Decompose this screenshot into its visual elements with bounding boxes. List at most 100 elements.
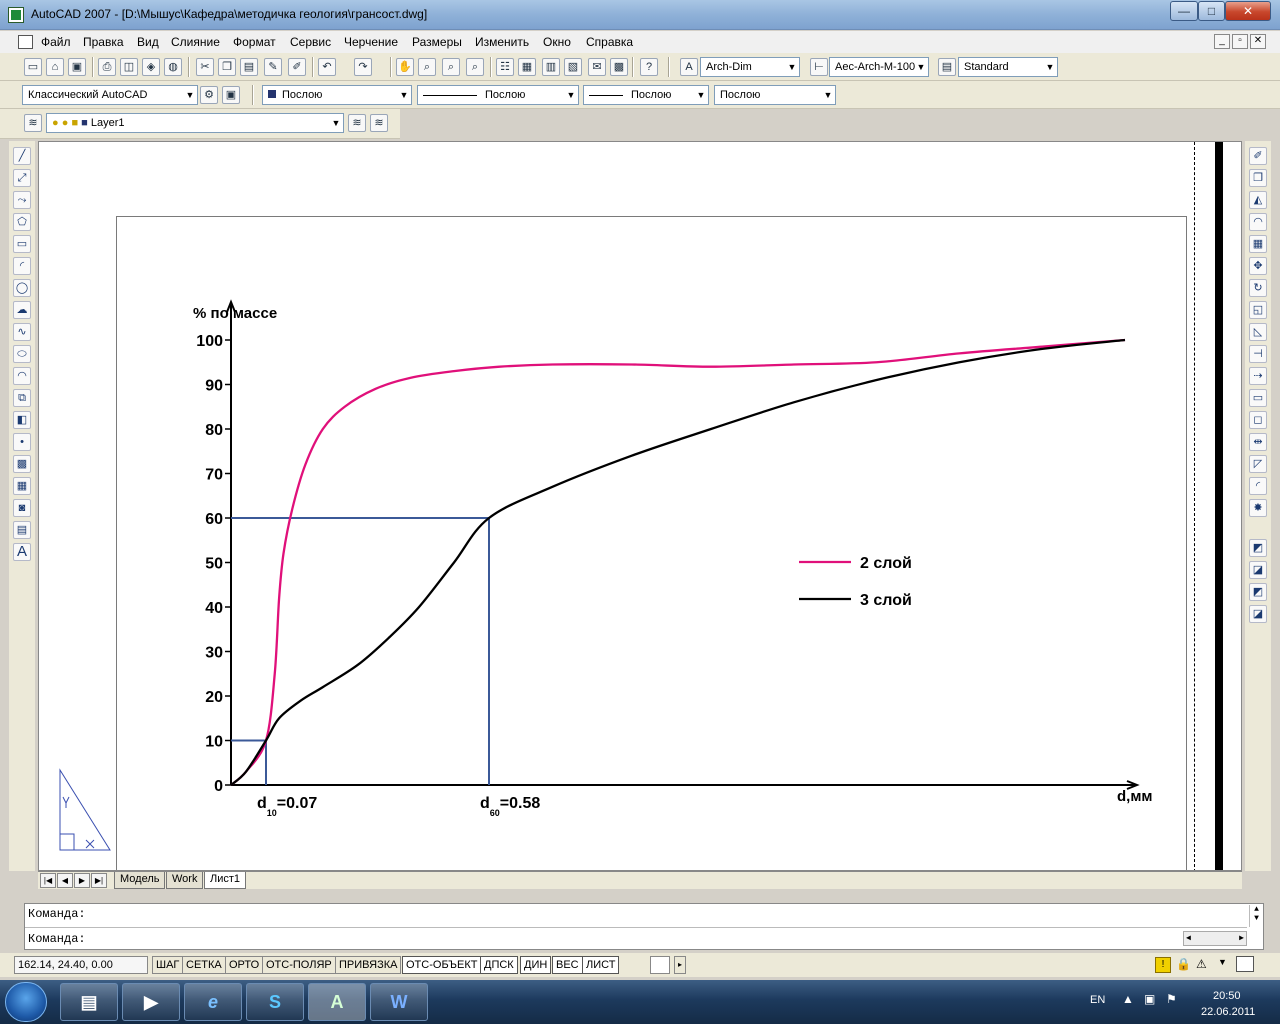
- make-block-icon[interactable]: ◧: [13, 411, 31, 429]
- dim-style-select[interactable]: Aec-Arch-M-100 ▼: [829, 57, 929, 77]
- calculator-icon[interactable]: ▩: [610, 58, 628, 76]
- polyline-icon[interactable]: ⤳: [13, 191, 31, 209]
- chevron-down-icon[interactable]: ▼: [1218, 957, 1230, 973]
- offset-icon[interactable]: ◠: [1249, 213, 1267, 231]
- draworder-back-icon[interactable]: ◪: [1249, 561, 1267, 579]
- circle-icon[interactable]: ◯: [13, 279, 31, 297]
- text-style-select[interactable]: Arch-Dim ▼: [700, 57, 800, 77]
- menu-help[interactable]: Справка: [586, 35, 633, 49]
- drawing-canvas[interactable]: d10=0.07 d60=0.58 0 10 20 30 40 50 60 70 80 90 100 …: [38, 141, 1242, 871]
- media-player-icon[interactable]: ▶: [122, 983, 180, 1021]
- dyn-toggle[interactable]: ДИН: [520, 956, 552, 974]
- save-icon[interactable]: ▣: [68, 58, 86, 76]
- start-button[interactable]: [5, 982, 47, 1022]
- sheet-set-icon[interactable]: ▧: [564, 58, 582, 76]
- 3d-dwf-icon[interactable]: ◍: [164, 58, 182, 76]
- tray-arrow-icon[interactable]: ▲: [1122, 992, 1134, 1006]
- hatch-icon[interactable]: ▩: [13, 455, 31, 473]
- multiline-text-icon[interactable]: A: [13, 543, 31, 561]
- mdi-close-button[interactable]: ✕: [1250, 34, 1266, 49]
- explode-icon[interactable]: ✸: [1249, 499, 1267, 517]
- command-scrollbar[interactable]: ◀ ▶: [1183, 931, 1247, 946]
- menu-tools[interactable]: Сервис: [290, 35, 331, 49]
- skype-icon[interactable]: S: [246, 983, 304, 1021]
- table-icon[interactable]: ▤: [13, 521, 31, 539]
- publish-icon[interactable]: ◈: [142, 58, 160, 76]
- menu-draw[interactable]: Черчение: [344, 35, 398, 49]
- block-editor-icon[interactable]: ✐: [288, 58, 306, 76]
- paper-toggle[interactable]: ЛИСТ: [582, 956, 620, 974]
- scroll-icon[interactable]: ▲ ▼: [1249, 905, 1263, 927]
- help-icon[interactable]: ?: [640, 58, 658, 76]
- lineweight-select[interactable]: Послою ▼: [583, 85, 709, 105]
- linetype-select[interactable]: Послою ▼: [417, 85, 579, 105]
- layer-manager-icon[interactable]: ≋: [24, 114, 42, 132]
- copy-icon[interactable]: ❐: [218, 58, 236, 76]
- layer-select[interactable]: ● ● ■ ■ Layer1 ▼: [46, 113, 344, 133]
- menu-file[interactable]: Файл: [41, 35, 71, 49]
- redo-icon[interactable]: ↷: [354, 58, 372, 76]
- line-icon[interactable]: ╱: [13, 147, 31, 165]
- scroll-right-icon[interactable]: ▶: [1239, 932, 1244, 945]
- rotate-icon[interactable]: ↻: [1249, 279, 1267, 297]
- clean-screen-icon[interactable]: [1236, 956, 1254, 972]
- explorer-icon[interactable]: ▤: [60, 983, 118, 1021]
- make-current-layer-icon[interactable]: ≋: [348, 114, 366, 132]
- menu-edit[interactable]: Правка: [83, 35, 124, 49]
- internet-explorer-icon[interactable]: e: [184, 983, 242, 1021]
- paste-icon[interactable]: ▤: [240, 58, 258, 76]
- zoom-previous-icon[interactable]: ⌕: [466, 58, 484, 76]
- tray-settings-icon[interactable]: ⚠: [1196, 957, 1210, 973]
- grid-toggle[interactable]: СЕТКА: [182, 956, 226, 974]
- menu-window[interactable]: Окно: [543, 35, 571, 49]
- tab-sheet1[interactable]: Лист1: [204, 872, 247, 889]
- autocad-taskbar-icon[interactable]: A: [308, 983, 366, 1021]
- menu-modify[interactable]: Изменить: [475, 35, 529, 49]
- break-icon[interactable]: ◻: [1249, 411, 1267, 429]
- mdi-minimize-button[interactable]: _: [1214, 34, 1230, 49]
- ellipse-arc-icon[interactable]: ◠: [13, 367, 31, 385]
- table-style-select[interactable]: Standard ▼: [958, 57, 1058, 77]
- break-at-point-icon[interactable]: ▭: [1249, 389, 1267, 407]
- draworder-above-icon[interactable]: ◩: [1249, 583, 1267, 601]
- properties-icon[interactable]: ☷: [496, 58, 514, 76]
- color-select[interactable]: Послою ▼: [262, 85, 412, 105]
- dim-style-icon[interactable]: ⊢: [810, 58, 828, 76]
- document-icon[interactable]: [18, 35, 33, 49]
- menu-view[interactable]: Вид: [137, 35, 159, 49]
- trim-icon[interactable]: ⊣: [1249, 345, 1267, 363]
- markup-icon[interactable]: ✉: [588, 58, 606, 76]
- language-indicator[interactable]: EN: [1090, 994, 1105, 1006]
- lwt-toggle[interactable]: ВЕС: [552, 956, 583, 974]
- mirror-icon[interactable]: ◭: [1249, 191, 1267, 209]
- chevron-right-icon[interactable]: ▸: [674, 956, 686, 974]
- move-icon[interactable]: ✥: [1249, 257, 1267, 275]
- tab-model[interactable]: Модель: [114, 872, 166, 889]
- scale-icon[interactable]: ◱: [1249, 301, 1267, 319]
- region-icon[interactable]: ◙: [13, 499, 31, 517]
- insert-block-icon[interactable]: ⧉: [13, 389, 31, 407]
- scroll-left-icon[interactable]: ◀: [1186, 934, 1191, 943]
- open-icon[interactable]: ⌂: [46, 58, 64, 76]
- close-button[interactable]: ✕: [1225, 1, 1271, 21]
- fillet-icon[interactable]: ◜: [1249, 477, 1267, 495]
- join-icon[interactable]: ⇹: [1249, 433, 1267, 451]
- action-center-icon[interactable]: ⚑: [1166, 992, 1177, 1006]
- maximize-viewport-icon[interactable]: [650, 956, 670, 974]
- extend-icon[interactable]: ⇢: [1249, 367, 1267, 385]
- ortho-toggle[interactable]: ОРТО: [225, 956, 264, 974]
- otrack-toggle[interactable]: ОТС-ОБЪЕКТ: [402, 956, 482, 974]
- plot-icon[interactable]: ⎙: [98, 58, 116, 76]
- minimize-button[interactable]: —: [1170, 1, 1198, 21]
- menu-merge[interactable]: Слияние: [171, 35, 220, 49]
- prev-tab-icon[interactable]: ◀: [57, 873, 73, 888]
- plot-preview-icon[interactable]: ◫: [120, 58, 138, 76]
- coordinates-display[interactable]: 162.14, 24.40, 0.00: [14, 956, 148, 974]
- copy-object-icon[interactable]: ❐: [1249, 169, 1267, 187]
- undo-icon[interactable]: ↶: [318, 58, 336, 76]
- osnap-toggle[interactable]: ПРИВЯЗКА: [335, 956, 402, 974]
- text-style-icon[interactable]: A: [680, 58, 698, 76]
- word-icon[interactable]: W: [370, 983, 428, 1021]
- erase-icon[interactable]: ✐: [1249, 147, 1267, 165]
- cut-icon[interactable]: ✂: [196, 58, 214, 76]
